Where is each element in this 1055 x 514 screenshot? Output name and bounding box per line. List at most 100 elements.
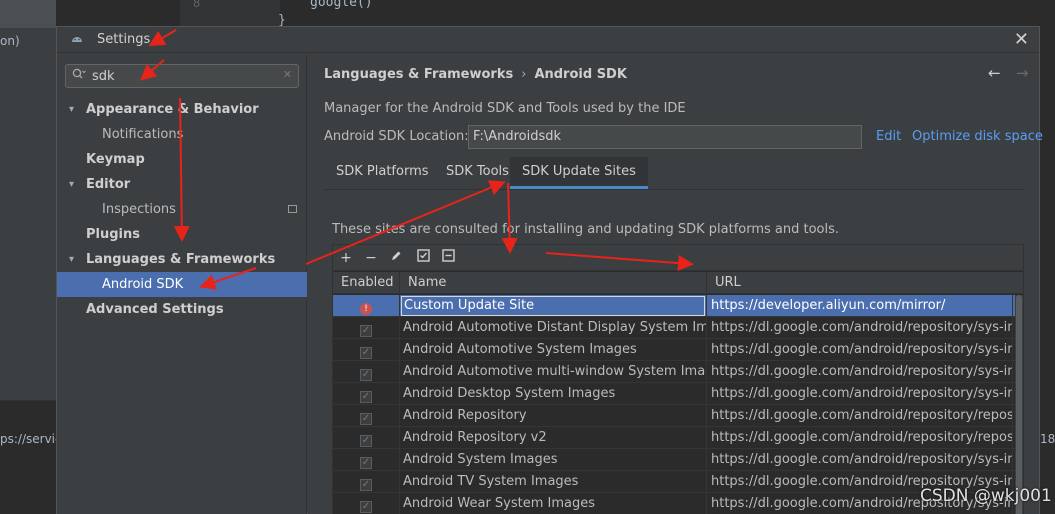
- tab-sdk-tools[interactable]: SDK Tools: [434, 157, 521, 189]
- enabled-checkbox[interactable]: ✓: [360, 413, 372, 425]
- table-row[interactable]: ✓ Android Repository https://dl.google.com…: [333, 405, 1023, 427]
- sidebar-item-label: Inspections: [102, 202, 176, 217]
- sidebar-item-inspections[interactable]: Inspections: [57, 197, 307, 222]
- sidebar-item-label: Plugins: [86, 227, 140, 242]
- enabled-checkbox[interactable]: ✓: [360, 325, 372, 337]
- site-url[interactable]: https://dl.google.com/android/repository…: [707, 449, 1013, 471]
- search-input[interactable]: [92, 67, 272, 85]
- ide-line-number: 8: [193, 0, 201, 10]
- ide-left-panel-selected-row: [0, 0, 56, 28]
- forward-arrow-icon[interactable]: →: [1016, 64, 1029, 82]
- table-row[interactable]: ✓ Android Automotive System Images https:/…: [333, 339, 1023, 361]
- site-name: Android Automotive multi-window System I…: [403, 364, 707, 379]
- table-row[interactable]: ! Custom Update Site https://developer.ali…: [333, 295, 1023, 317]
- sdk-location-field[interactable]: F:\Androidsdk: [468, 125, 862, 149]
- enabled-checkbox[interactable]: ✓: [360, 369, 372, 381]
- column-header-name[interactable]: Name: [400, 272, 707, 294]
- sidebar-item-appearance-behavior[interactable]: ▾ Appearance & Behavior: [57, 97, 307, 122]
- table-row[interactable]: ✓ Android System Images https://dl.google.…: [333, 449, 1023, 471]
- site-name-cell[interactable]: Android Wear System Images: [400, 493, 707, 514]
- optimize-disk-space-link[interactable]: Optimize disk space: [912, 129, 1043, 144]
- sidebar-item-editor[interactable]: ▾ Editor: [57, 172, 307, 197]
- site-name-cell[interactable]: Android Automotive System Images: [400, 339, 707, 361]
- site-url[interactable]: https://dl.google.com/android/repository…: [707, 405, 1013, 427]
- screenshot-root: on) ps://servic 8 google() } 18 Settings…: [0, 0, 1055, 514]
- table-row[interactable]: ✓ Android Desktop System Images https://dl…: [333, 383, 1023, 405]
- tab-sdk-platforms[interactable]: SDK Platforms: [324, 157, 441, 189]
- check-all-icon[interactable]: [413, 248, 433, 268]
- chevron-down-icon[interactable]: ▾: [69, 172, 74, 197]
- site-name-cell[interactable]: Android Repository: [400, 405, 707, 427]
- site-name-cell[interactable]: Android System Images: [400, 449, 707, 471]
- site-url[interactable]: https://dl.google.com/android/repository…: [707, 383, 1013, 405]
- enabled-checkbox[interactable]: ✓: [360, 391, 372, 403]
- uncheck-all-icon[interactable]: [438, 248, 458, 268]
- column-header-url[interactable]: URL: [707, 272, 1023, 294]
- enabled-cell: ✓: [333, 471, 400, 493]
- enabled-checkbox[interactable]: ✓: [360, 347, 372, 359]
- enabled-checkbox[interactable]: ✓: [360, 501, 372, 513]
- sidebar-item-advanced-settings[interactable]: Advanced Settings: [57, 297, 307, 322]
- breadcrumb-item[interactable]: Languages & Frameworks: [324, 67, 513, 82]
- table-row[interactable]: ✓ Android Automotive Distant Display Syst…: [333, 317, 1023, 339]
- sdk-manager-description: Manager for the Android SDK and Tools us…: [324, 101, 686, 116]
- enabled-cell: ✓: [333, 405, 400, 427]
- search-icon: [72, 68, 86, 83]
- table-toolbar: + −: [333, 245, 1023, 271]
- settings-search-box[interactable]: ✕: [65, 64, 299, 88]
- settings-content: Languages & Frameworks › Android SDK ← → M…: [308, 54, 1043, 514]
- sidebar-item-label: Appearance & Behavior: [86, 102, 259, 117]
- scrollbar-thumb[interactable]: [1016, 295, 1022, 514]
- enabled-checkbox[interactable]: ✓: [360, 479, 372, 491]
- site-name-cell[interactable]: Android Automotive Distant Display Syste…: [400, 317, 707, 339]
- site-url[interactable]: https://dl.google.com/android/repository…: [707, 317, 1013, 339]
- add-icon[interactable]: +: [336, 248, 356, 268]
- clear-search-icon[interactable]: ✕: [283, 68, 292, 81]
- enabled-checkbox[interactable]: ✓: [360, 435, 372, 447]
- table-scrollbar[interactable]: [1015, 295, 1023, 514]
- site-name-cell[interactable]: Android Repository v2: [400, 427, 707, 449]
- chevron-down-icon[interactable]: ▾: [69, 247, 74, 272]
- table-row[interactable]: ✓ Android Automotive multi-window System …: [333, 361, 1023, 383]
- sidebar-item-keymap[interactable]: Keymap: [57, 147, 307, 172]
- sidebar-item-label: Android SDK: [102, 277, 184, 292]
- site-url[interactable]: https://dl.google.com/android/repository…: [707, 427, 1013, 449]
- enabled-cell: ✓: [333, 449, 400, 471]
- sidebar-item-label: Advanced Settings: [86, 302, 224, 317]
- table-header: Enabled Name URL: [333, 272, 1023, 294]
- column-header-enabled[interactable]: Enabled: [333, 272, 400, 294]
- chevron-down-icon[interactable]: ▾: [69, 97, 74, 122]
- sidebar-item-label: Notifications: [102, 127, 184, 142]
- sidebar-item-plugins[interactable]: Plugins: [57, 222, 307, 247]
- edit-pencil-icon[interactable]: [386, 248, 406, 268]
- table-row[interactable]: ✓ Android Repository v2 https://dl.google.…: [333, 427, 1023, 449]
- watermark: CSDN @wkj001: [920, 486, 1052, 506]
- site-name: Android System Images: [403, 452, 558, 467]
- ide-bottom-panel: [0, 400, 56, 514]
- settings-dialog: Settings ✕ ✕ ▾ Appearance & Behavior Notif…: [56, 26, 1043, 514]
- enabled-cell: ✓: [333, 427, 400, 449]
- sidebar-item-languages-frameworks[interactable]: ▾ Languages & Frameworks: [57, 247, 307, 272]
- remove-icon[interactable]: −: [361, 248, 381, 268]
- ide-bottom-panel-text: ps://servic: [0, 432, 62, 446]
- sidebar-item-notifications[interactable]: Notifications: [57, 122, 307, 147]
- site-name: Android Wear System Images: [403, 496, 596, 511]
- error-icon: !: [360, 303, 372, 315]
- site-name-cell[interactable]: Custom Update Site: [400, 295, 707, 317]
- site-url[interactable]: https://dl.google.com/android/repository…: [707, 361, 1013, 383]
- tab-sdk-update-sites[interactable]: SDK Update Sites: [510, 157, 648, 189]
- close-icon[interactable]: ✕: [1014, 29, 1029, 50]
- site-url[interactable]: https://developer.aliyun.com/mirror/: [707, 295, 1013, 317]
- enabled-cell: ✓: [333, 361, 400, 383]
- site-name: Custom Update Site: [401, 296, 705, 316]
- site-name-cell[interactable]: Android TV System Images: [400, 471, 707, 493]
- site-name-cell[interactable]: Android Desktop System Images: [400, 383, 707, 405]
- sdk-location-label: Android SDK Location:: [324, 129, 469, 144]
- site-name-cell[interactable]: Android Automotive multi-window System I…: [400, 361, 707, 383]
- tab-divider: [324, 189, 1024, 190]
- enabled-checkbox[interactable]: ✓: [360, 457, 372, 469]
- site-url[interactable]: https://dl.google.com/android/repository…: [707, 339, 1013, 361]
- sidebar-item-android-sdk[interactable]: Android SDK: [57, 272, 307, 297]
- back-arrow-icon[interactable]: ←: [988, 64, 1001, 82]
- edit-sdk-location-link[interactable]: Edit: [876, 129, 901, 144]
